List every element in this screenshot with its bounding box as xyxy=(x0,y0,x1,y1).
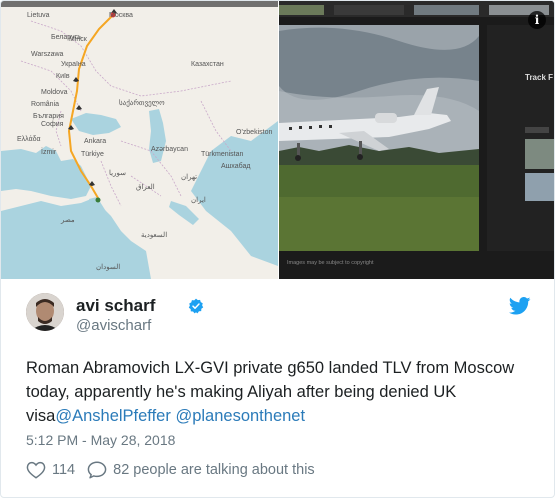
map-label: Türkiye xyxy=(81,151,104,158)
user-handle[interactable]: @avischarf xyxy=(76,317,151,334)
verified-badge-icon xyxy=(188,298,204,314)
mention-link[interactable]: @planesonthenet xyxy=(175,407,305,425)
map-label: Київ xyxy=(56,73,70,80)
map-label: Warszawa xyxy=(31,51,64,58)
map-label: Azərbaycan xyxy=(151,146,188,153)
tweet-card[interactable]: Lietuva Москва Беларусь Warszawa Мінск У… xyxy=(0,0,555,498)
map-label: ایران xyxy=(191,197,206,204)
mention-link[interactable]: @AnshelPfeffer xyxy=(55,407,171,425)
map-label: Казахстан xyxy=(191,61,224,68)
map-label: საქართველო xyxy=(119,100,165,107)
map-label: سوريا xyxy=(109,170,126,177)
info-icon[interactable]: i xyxy=(528,11,546,29)
map-label: România xyxy=(31,101,60,108)
avatar[interactable] xyxy=(26,293,64,331)
like-count: 114 xyxy=(52,462,76,478)
map-label: Ankara xyxy=(84,138,107,145)
map-label: مصر xyxy=(61,217,75,224)
map-labels: Lietuva Москва Беларусь Warszawa Мінск У… xyxy=(1,1,278,279)
user-display-name[interactable]: avi scharf xyxy=(76,296,155,316)
map-label: İzmir xyxy=(41,149,57,156)
reply-bubble-icon xyxy=(87,461,107,479)
aircraft-photo-graphic xyxy=(279,1,554,279)
tweet-text: Roman Abramovich LX-GVI private g650 lan… xyxy=(26,356,536,428)
map-label: السعودية xyxy=(141,232,168,239)
like-action[interactable]: 114 xyxy=(26,461,75,479)
photo-side-title: Track F xyxy=(525,73,554,82)
reply-count-text: 82 people are talking about this xyxy=(113,462,315,478)
avatar-graphic xyxy=(26,293,64,331)
map-label: България xyxy=(33,113,64,120)
heart-icon xyxy=(26,461,46,479)
tweet-media[interactable]: Lietuva Москва Беларусь Warszawa Мінск У… xyxy=(1,1,554,279)
reply-action[interactable]: 82 people are talking about this xyxy=(87,461,315,479)
map-label: София xyxy=(41,121,64,128)
aircraft-photo-image[interactable]: Track F Images may be subject to copyrig… xyxy=(279,1,554,279)
tweet-header: avi scharf @avischarf xyxy=(26,293,531,341)
photo-caption: Images may be subject to copyright xyxy=(287,260,374,266)
flight-map-image[interactable]: Lietuva Москва Беларусь Warszawa Мінск У… xyxy=(1,1,278,279)
map-label: تهران xyxy=(181,174,198,181)
map-label: السودان xyxy=(96,264,121,271)
tweet-timestamp[interactable]: 5:12 PM - May 28, 2018 xyxy=(26,432,175,448)
map-label: Ашхабад xyxy=(221,163,251,170)
map-label: Moldova xyxy=(41,89,68,96)
map-label: O'zbekiston xyxy=(236,129,273,136)
map-label: Москва xyxy=(109,12,133,19)
map-label: Україна xyxy=(61,61,86,68)
map-label: Ελλάδα xyxy=(17,136,41,143)
map-label: العراق xyxy=(136,184,155,191)
map-label: Lietuva xyxy=(27,12,50,19)
tweet-actions: 114 82 people are talking about this xyxy=(26,459,327,481)
map-label: Мінск xyxy=(69,36,87,43)
twitter-bird-icon[interactable] xyxy=(509,297,531,315)
map-label: Türkmenistan xyxy=(201,151,244,158)
